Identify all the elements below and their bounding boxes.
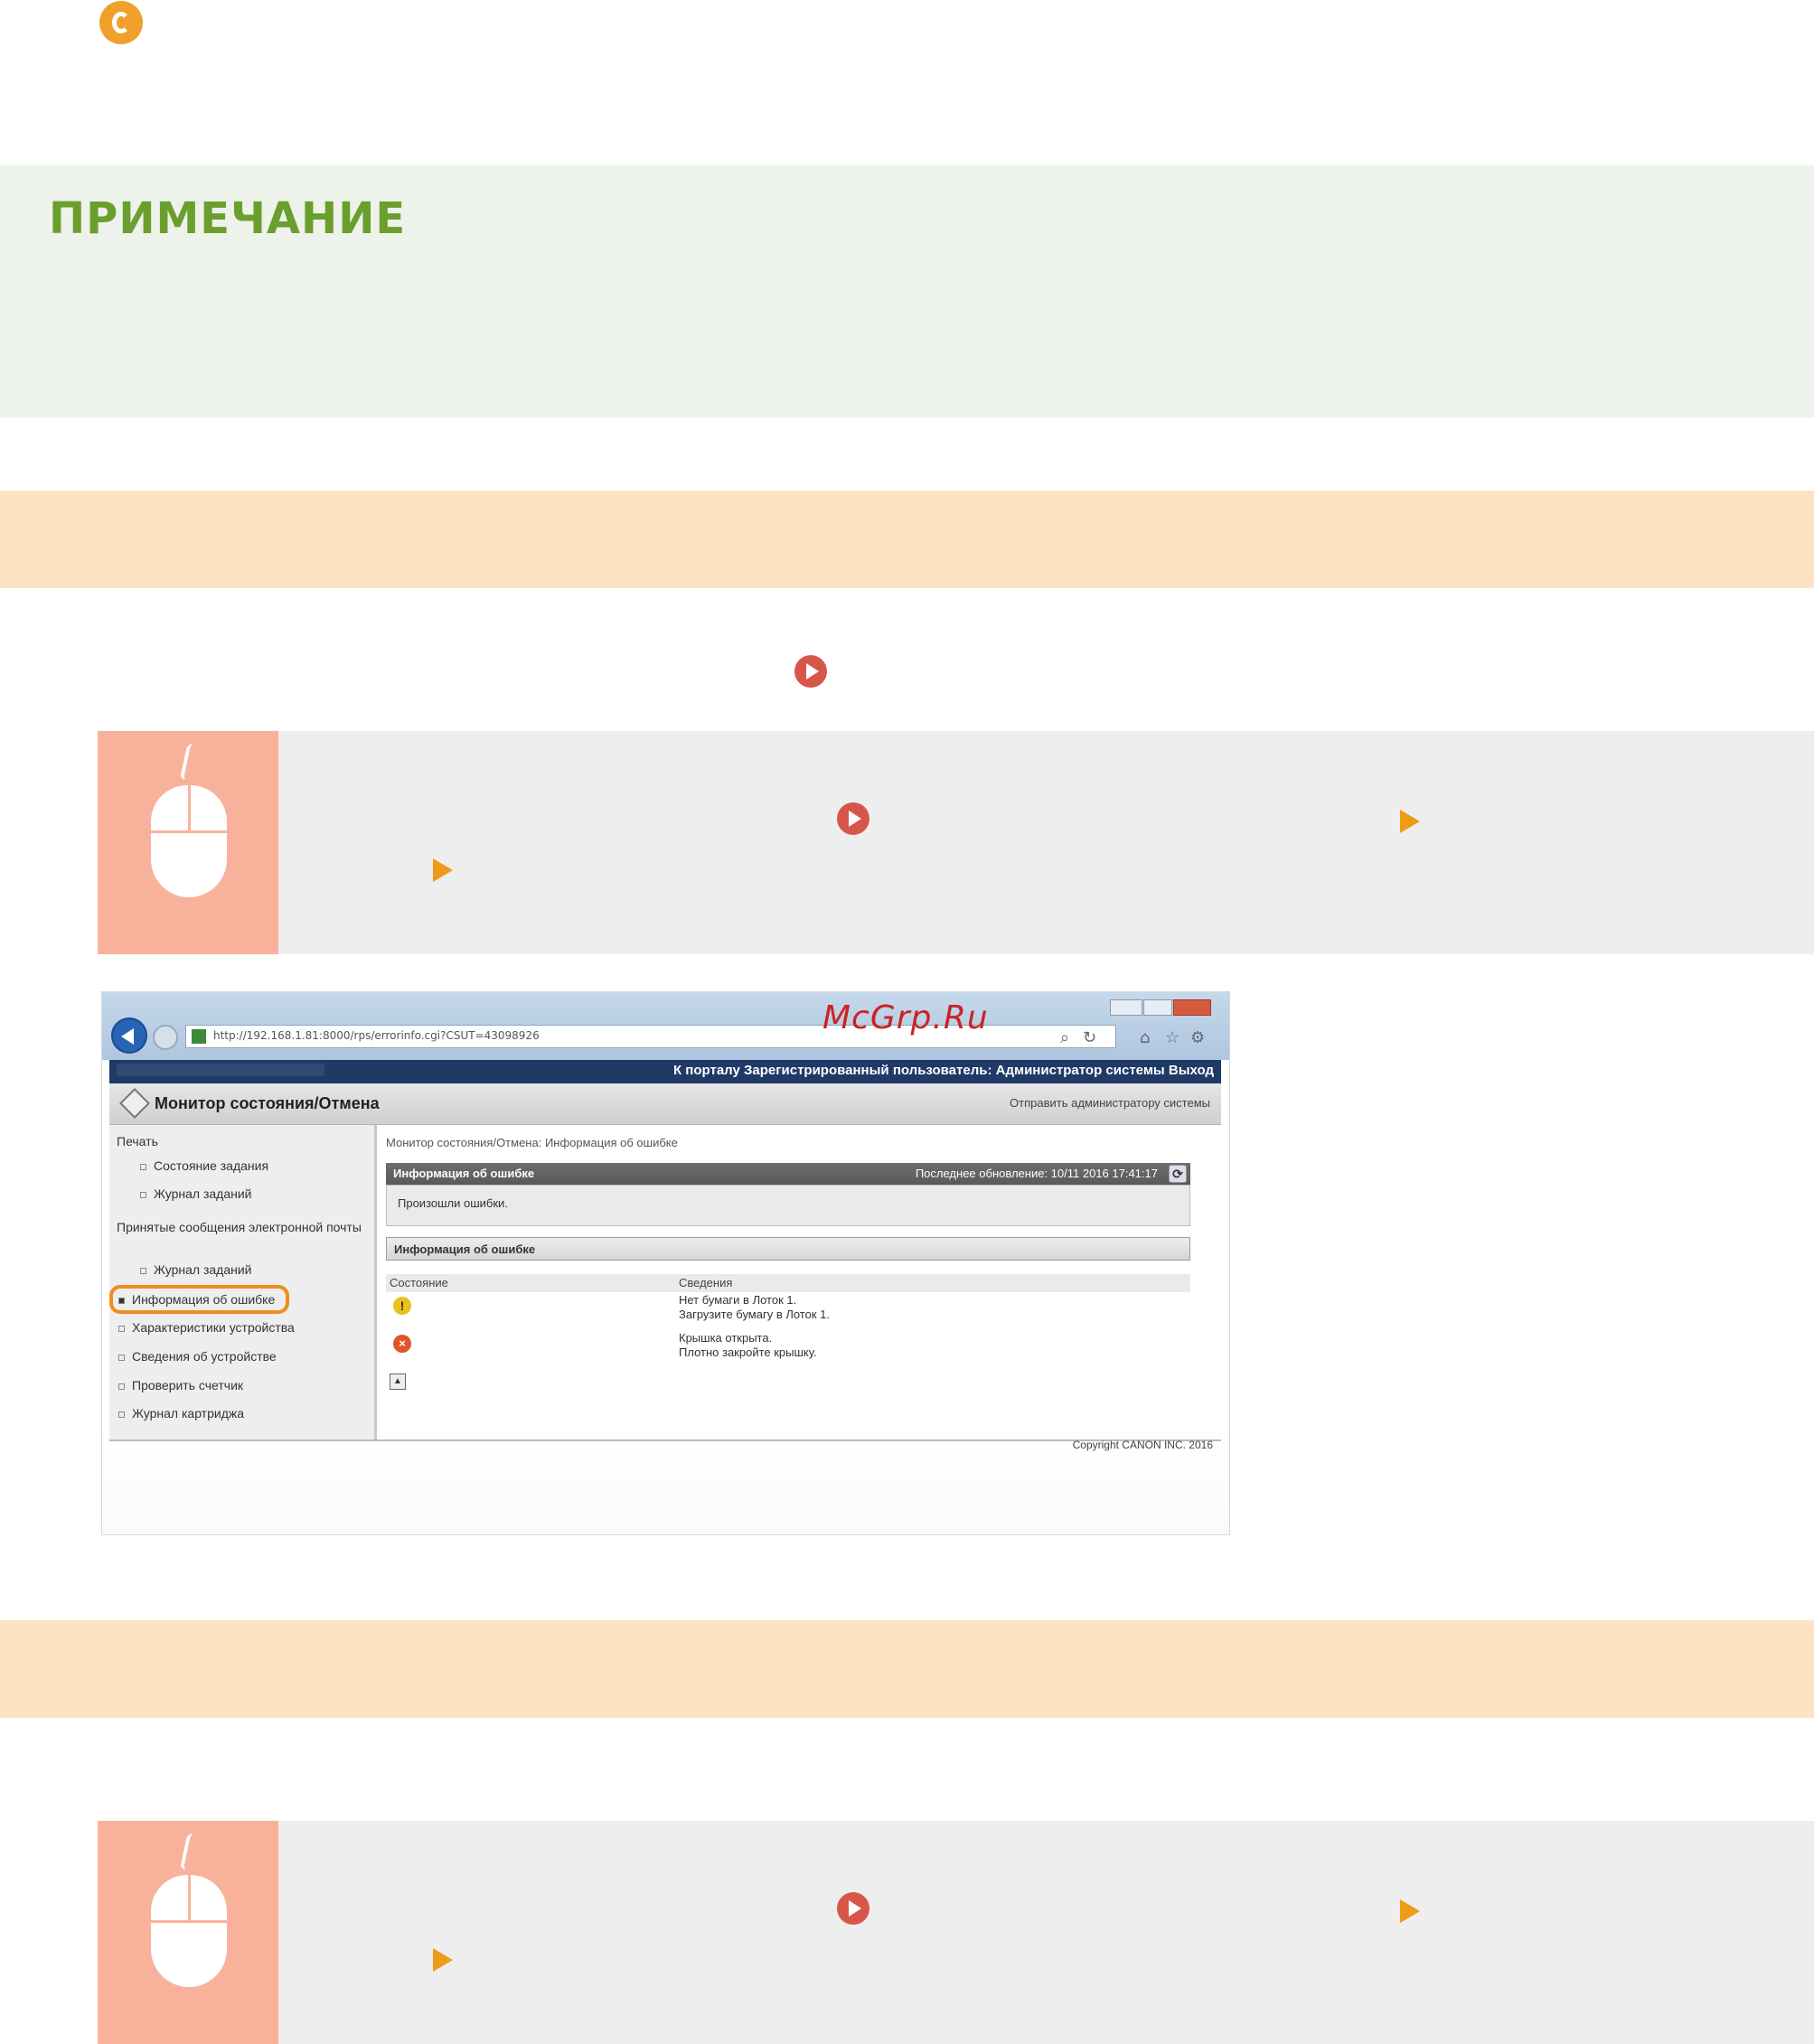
remote-ui-screenshot: http://192.168.1.81:8000/rps/errorinfo.c… bbox=[102, 992, 1229, 1534]
sidebar-item-device-info[interactable]: Сведения об устройстве bbox=[118, 1349, 277, 1364]
search-icon[interactable]: ⌕ bbox=[1060, 1028, 1069, 1047]
address-text: http://192.168.1.81:8000/rps/errorinfo.c… bbox=[213, 1029, 540, 1042]
home-icon[interactable]: ⌂ bbox=[1140, 1028, 1150, 1047]
mouse-operation-panel-1 bbox=[98, 731, 278, 954]
section-band-1 bbox=[0, 491, 1814, 588]
copyright: Copyright CANON INC. 2016 bbox=[1072, 1439, 1213, 1451]
sidebar-item-job-log[interactable]: Журнал заданий bbox=[140, 1186, 252, 1201]
section-band-2 bbox=[0, 1620, 1814, 1718]
sidebar-section-email: Принятые сообщения электронной почты bbox=[117, 1220, 362, 1234]
step-box-1 bbox=[98, 731, 1814, 954]
step-arrow-icon bbox=[433, 858, 453, 882]
note-title: ПРИМЕЧАНИЕ bbox=[49, 193, 407, 244]
sidebar-item-cartridge-log[interactable]: Журнал картриджа bbox=[118, 1406, 244, 1420]
link-arrow-icon[interactable] bbox=[837, 802, 869, 835]
table-row-1-line-2: Загрузите бумагу в Лоток 1. bbox=[679, 1308, 830, 1321]
section-marker-icon bbox=[99, 1, 143, 44]
mouse-icon bbox=[151, 1875, 227, 1987]
sidebar-section-print: Печать bbox=[117, 1134, 158, 1149]
link-arrow-icon[interactable] bbox=[837, 1892, 869, 1925]
sidebar-item-check-counter[interactable]: Проверить счетчик bbox=[118, 1378, 243, 1392]
mouse-operation-panel-2 bbox=[98, 1821, 278, 2044]
star-icon[interactable]: ☆ bbox=[1165, 1028, 1180, 1047]
gear-icon[interactable]: ⚙ bbox=[1190, 1028, 1205, 1047]
site-icon bbox=[192, 1029, 206, 1044]
table-header: Состояние Сведения bbox=[386, 1274, 1190, 1292]
step-arrow-icon bbox=[1400, 810, 1420, 833]
sidebar-item-device-features[interactable]: Характеристики устройства bbox=[118, 1320, 295, 1335]
monitor-icon bbox=[119, 1088, 150, 1119]
breadcrumb: Монитор состояния/Отмена: Информация об … bbox=[386, 1136, 678, 1149]
page-header: Монитор состояния/Отмена Отправить админ… bbox=[109, 1083, 1221, 1125]
table-row-2-line-2: Плотно закройте крышку. bbox=[679, 1345, 817, 1359]
table-row-1-line-1: Нет бумаги в Лоток 1. bbox=[679, 1293, 797, 1307]
error-icon: × bbox=[393, 1335, 411, 1353]
go-to-top-icon[interactable]: ▲ bbox=[390, 1374, 406, 1390]
step-box-2 bbox=[98, 1821, 1814, 2044]
close-button[interactable] bbox=[1173, 999, 1211, 1016]
mouse-icon bbox=[151, 785, 227, 897]
step-arrow-icon bbox=[433, 1948, 453, 1972]
top-navbar: К порталу Зарегистрированный пользовател… bbox=[109, 1060, 1221, 1083]
step-arrow-icon bbox=[1400, 1899, 1420, 1923]
sidebar: Печать Состояние задания Журнал заданий … bbox=[109, 1125, 377, 1439]
device-name-blurred bbox=[117, 1064, 324, 1076]
sidebar-item-email-job-log[interactable]: Журнал заданий bbox=[140, 1262, 252, 1277]
send-admin-link[interactable]: Отправить администратору системы bbox=[1010, 1096, 1210, 1110]
status-message-box: Произошли ошибки. bbox=[386, 1185, 1190, 1226]
back-button[interactable] bbox=[111, 1017, 147, 1054]
sidebar-item-job-status[interactable]: Состояние задания bbox=[140, 1158, 268, 1173]
navbar-links[interactable]: К порталу Зарегистрированный пользовател… bbox=[673, 1063, 1214, 1078]
page-title: Монитор состояния/Отмена bbox=[155, 1094, 380, 1112]
watermark: McGrp.Ru bbox=[822, 999, 989, 1036]
last-update: Последнее обновление: 10/11 2016 17:41:1… bbox=[915, 1167, 1158, 1180]
col-status: Состояние bbox=[390, 1276, 448, 1289]
error-info-subheader: Информация об ошибке bbox=[386, 1237, 1190, 1261]
col-details: Сведения bbox=[679, 1276, 733, 1289]
minimize-button[interactable] bbox=[1110, 999, 1142, 1016]
table-row-2-line-1: Крышка открыта. bbox=[679, 1331, 773, 1345]
forward-button[interactable] bbox=[153, 1025, 178, 1050]
error-panel-header: Информация об ошибке Последнее обновлени… bbox=[386, 1163, 1190, 1185]
warning-icon: ! bbox=[393, 1297, 411, 1315]
status-text: Произошли ошибки. bbox=[398, 1196, 508, 1210]
refresh-icon[interactable]: ⟳ bbox=[1169, 1165, 1187, 1183]
link-arrow-icon[interactable] bbox=[794, 655, 827, 688]
refresh-icon[interactable]: ↻ bbox=[1083, 1028, 1096, 1047]
footer-divider bbox=[109, 1439, 1221, 1441]
sidebar-item-error-info[interactable]: Информация об ошибке bbox=[109, 1285, 290, 1314]
panel-title: Информация об ошибке bbox=[393, 1167, 535, 1180]
maximize-button[interactable] bbox=[1143, 999, 1172, 1016]
